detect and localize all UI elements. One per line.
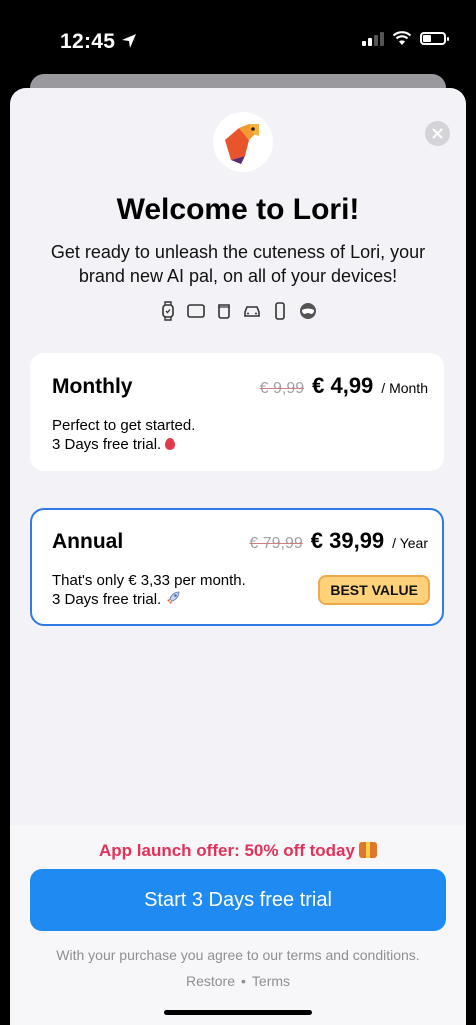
terms-link[interactable]: Terms xyxy=(252,973,290,989)
rocket-icon xyxy=(165,590,181,609)
price-row: € 79,99 € 39,99 / Year xyxy=(249,528,428,554)
start-trial-button[interactable]: Start 3 Days free trial xyxy=(30,869,446,931)
best-value-badge: BEST VALUE xyxy=(318,575,430,605)
location-arrow-icon xyxy=(122,34,137,48)
vision-icon xyxy=(297,300,319,322)
legal-text: With your purchase you agree to our term… xyxy=(56,947,420,963)
billing-period: / Year xyxy=(392,535,428,551)
gift-icon xyxy=(358,842,377,858)
close-button[interactable] xyxy=(425,121,450,146)
wifi-icon xyxy=(392,31,412,45)
status-time: 12:45 xyxy=(60,30,137,54)
ipad-icon xyxy=(185,300,207,322)
watch-icon xyxy=(157,300,179,322)
paywall-sheet: Welcome to Lori! Get ready to unleash th… xyxy=(10,88,466,1025)
balloon-icon xyxy=(165,438,176,450)
plan-description: That's only € 3,33 per month. 3 Days fre… xyxy=(52,571,246,609)
status-icons xyxy=(362,31,449,46)
purchase-footer: App launch offer: 50% off today Start 3 … xyxy=(10,825,466,1025)
billing-period: / Month xyxy=(381,380,428,396)
old-price: € 9,99 xyxy=(259,380,305,397)
old-price: € 79,99 xyxy=(249,535,303,552)
separator: • xyxy=(241,973,246,989)
status-bar: 12:45 xyxy=(0,0,476,80)
restore-link[interactable]: Restore xyxy=(186,973,235,989)
plan-name: Annual xyxy=(52,530,124,553)
price-row: € 9,99 € 4,99 / Month xyxy=(260,373,428,399)
mac-icon xyxy=(213,300,235,322)
plan-description-line: Perfect to get started. xyxy=(52,417,196,434)
home-indicator xyxy=(164,1010,312,1015)
launch-offer: App launch offer: 50% off today xyxy=(10,841,466,861)
page-subtitle: Get ready to unleash the cuteness of Lor… xyxy=(50,242,426,286)
plan-card-monthly[interactable]: Monthly € 9,99 € 4,99 / Month Perfect to… xyxy=(30,353,444,471)
new-price: € 39,99 xyxy=(310,528,385,553)
battery-icon xyxy=(420,32,449,45)
device-icons xyxy=(10,300,466,322)
footer-links: Restore • Terms xyxy=(10,973,466,989)
trial-text: 3 Days free trial. xyxy=(52,591,162,608)
launch-offer-text: App launch offer: 50% off today xyxy=(99,841,355,860)
new-price: € 4,99 xyxy=(312,373,374,398)
iphone-icon xyxy=(269,300,291,322)
plan-card-annual[interactable]: Annual € 79,99 € 39,99 / Year That's onl… xyxy=(30,508,444,626)
app-logo xyxy=(213,112,273,172)
plan-description-line: That's only € 3,33 per month. xyxy=(52,572,246,589)
cellular-signal-icon xyxy=(362,31,384,46)
plan-name: Monthly xyxy=(52,375,133,398)
page-title: Welcome to Lori! xyxy=(116,193,360,226)
close-icon xyxy=(432,128,443,139)
car-icon xyxy=(241,300,263,322)
trial-text: 3 Days free trial. xyxy=(52,436,162,453)
plan-description: Perfect to get started. 3 Days free tria… xyxy=(52,416,195,454)
